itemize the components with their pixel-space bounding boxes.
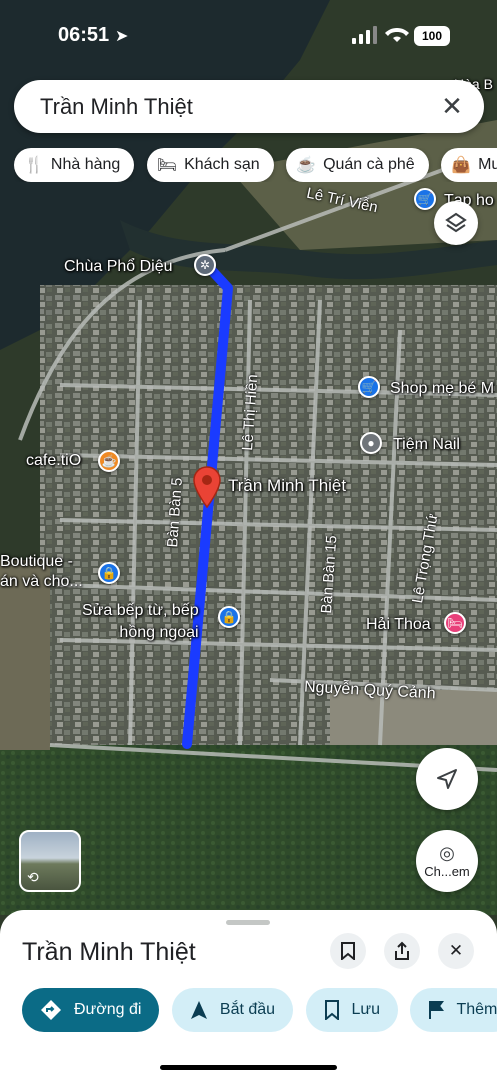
directions-label: Đường đi (74, 1001, 142, 1018)
home-indicator[interactable] (160, 1065, 337, 1070)
close-icon: ✕ (448, 941, 464, 960)
add-button[interactable]: Thêm (410, 988, 497, 1032)
start-button[interactable]: Bắt đầu (171, 988, 294, 1032)
place-tiem-nail[interactable]: Tiệm Nail (393, 436, 460, 454)
hotel-pin-icon[interactable]: 🛏 (444, 612, 466, 634)
street-view-thumbnail[interactable]: ⟲ (19, 830, 81, 892)
place-cafe-tio[interactable]: cafe.tiO (26, 452, 81, 470)
share-button[interactable] (384, 933, 420, 969)
chip-label: Khách sạn (184, 156, 260, 173)
chip-quan-ca-phe[interactable]: ☕ Quán cà phê (286, 148, 429, 182)
status-time: 06:51 (58, 24, 110, 46)
place-shop-me-be[interactable]: Shop mẹ bé M (390, 380, 494, 398)
place-pin-label[interactable]: Trần Minh Thiệt (228, 476, 346, 496)
chip-nha-hang[interactable]: 🍴 Nhà hàng (14, 148, 135, 182)
chip-mua[interactable]: 👜 Mua (441, 148, 497, 182)
close-sheet-button[interactable]: ✕ (438, 933, 474, 969)
place-title: Trần Minh Thiệt (22, 938, 196, 966)
shopping-cart-icon-2[interactable]: 🛒 (414, 188, 436, 210)
location-pin-icon[interactable] (192, 466, 222, 508)
bookmark-icon (341, 942, 355, 960)
location-arrow-icon: ➤ (115, 28, 129, 45)
chip-label: Nhà hàng (50, 156, 121, 173)
search-query[interactable]: Trần Minh Thiệt (40, 94, 193, 120)
shopping-icon: 👜 (451, 157, 472, 174)
hotel-icon: 🛏 (156, 157, 178, 174)
chip-khach-san[interactable]: 🛏 Khách sạn (146, 148, 274, 182)
pin-dot-icon[interactable]: ● (360, 432, 382, 454)
temple-icon[interactable]: ✲ (194, 254, 216, 276)
battery-indicator: 100 (414, 26, 450, 46)
save-bookmark-button[interactable] (330, 933, 366, 969)
directions-button[interactable]: Đường đi (22, 988, 160, 1032)
wifi-icon (385, 24, 409, 49)
chip-label: Quán cà phê (323, 156, 415, 173)
place-bottom-sheet[interactable]: Trần Minh Thiệt ✕ Đường đi Bắt đầu Lưu T… (0, 910, 497, 1080)
share-icon (395, 941, 409, 960)
flag-icon (429, 1001, 445, 1019)
cafe-pin-icon[interactable]: ☕ (98, 450, 120, 472)
status-bar: 06:51 ➤ 100 (0, 20, 497, 56)
bookmark-icon (324, 1000, 339, 1020)
close-icon[interactable]: ✕ (438, 92, 466, 120)
maps-screen: Chùa Phổ Diệu ✲ cafe.tiO ☕ Trần Minh Thi… (0, 0, 497, 1080)
navigation-arrow-icon (437, 769, 457, 789)
place-chua-pho-dieu[interactable]: Chùa Phổ Diệu (64, 258, 173, 276)
place-sua-bep[interactable]: Sửa bếp từ, bếp hồng ngoại (82, 600, 199, 644)
restaurant-icon: 🍴 (24, 157, 44, 174)
explore-button[interactable]: ◎ Ch...em (416, 830, 478, 892)
explore-label: Ch...em (424, 864, 470, 879)
directions-icon (41, 1000, 61, 1020)
navigate-icon (190, 1001, 207, 1019)
shopping-bag-icon[interactable]: 🔒 (98, 562, 120, 584)
cellular-signal-icon (352, 26, 377, 44)
search-bar[interactable]: Trần Minh Thiệt ✕ (14, 80, 484, 133)
rotate-360-icon: ⟲ (27, 869, 39, 885)
shopping-cart-icon[interactable]: 🛒 (358, 376, 380, 398)
category-chips: 🍴 Nhà hàng 🛏 Khách sạn ☕ Quán cà phê 👜 Mua (14, 148, 497, 182)
drag-handle[interactable] (226, 920, 270, 925)
shopping-bag-icon-2[interactable]: 🔒 (218, 606, 240, 628)
cafe-icon: ☕ (296, 157, 317, 174)
camera-lens-icon: ◎ (439, 843, 455, 863)
save-label: Lưu (351, 1001, 381, 1018)
place-boutique[interactable]: Boutique - án và cho... (0, 552, 83, 592)
layers-icon (445, 212, 467, 233)
place-hai-thoa[interactable]: Hải Thoa (366, 616, 431, 634)
chip-label: Mua (478, 156, 497, 173)
save-button[interactable]: Lưu (305, 988, 399, 1032)
start-label: Bắt đầu (219, 1001, 276, 1018)
layers-button[interactable] (434, 201, 478, 245)
action-chips: Đường đi Bắt đầu Lưu Thêm (22, 988, 497, 1032)
add-label: Thêm (456, 1001, 497, 1018)
my-location-button[interactable] (416, 748, 478, 810)
